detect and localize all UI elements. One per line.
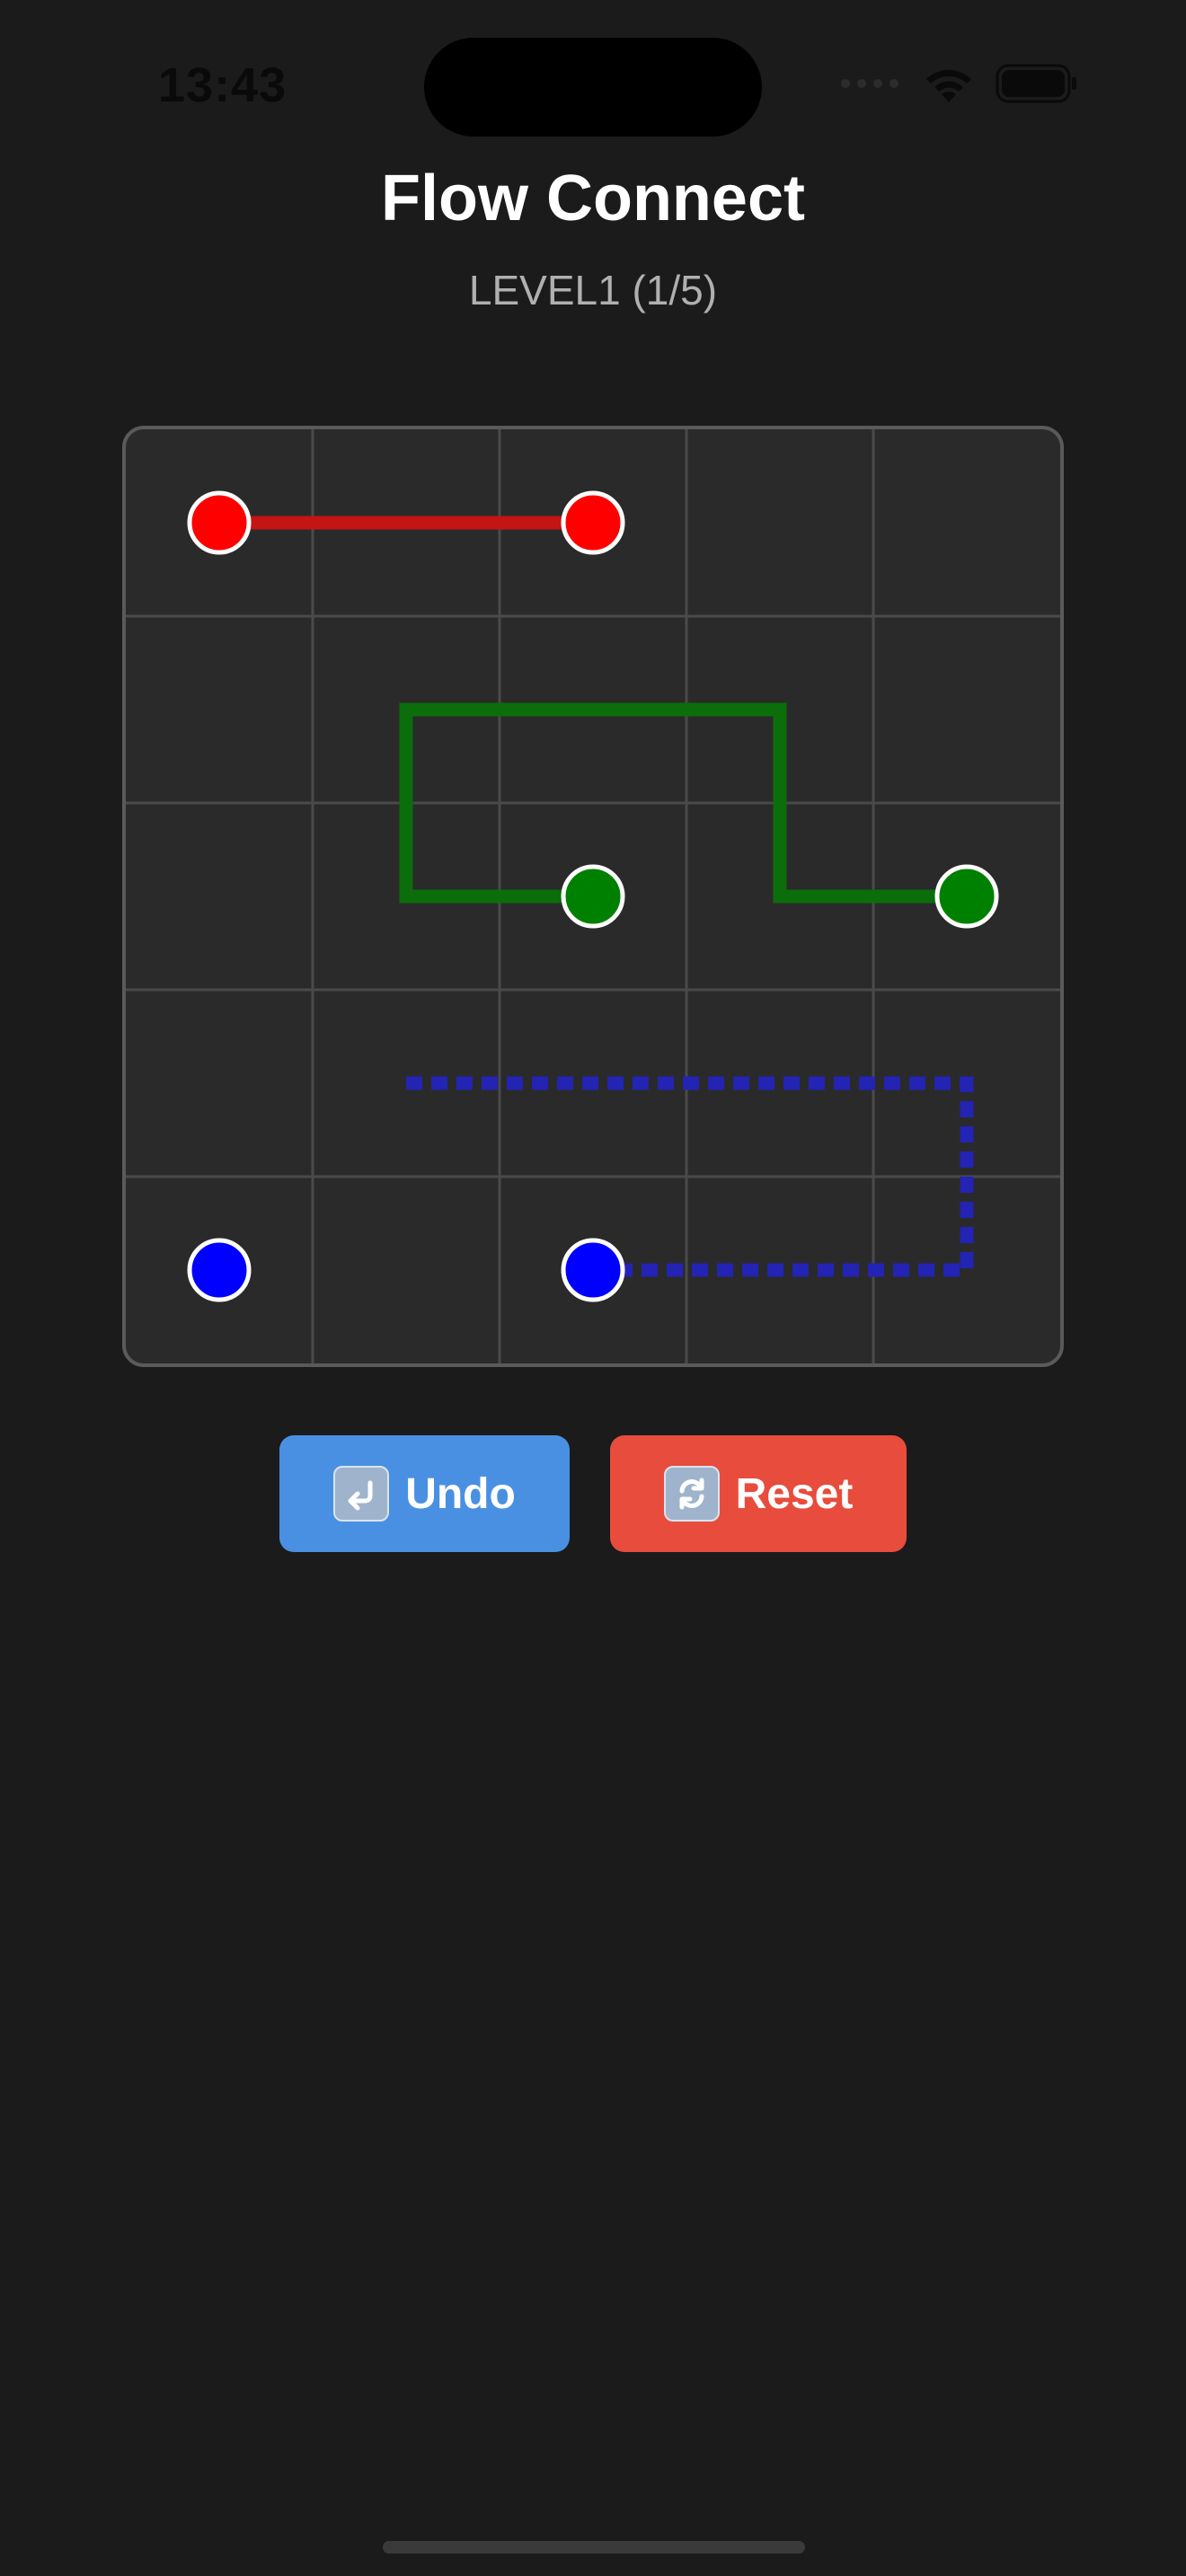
- undo-label: Undo: [405, 1469, 516, 1518]
- game-board[interactable]: [122, 426, 1064, 1367]
- green-dot[interactable]: [561, 864, 625, 929]
- battery-icon: [996, 64, 1076, 103]
- board-cell[interactable]: [873, 429, 1060, 616]
- status-icons: [839, 63, 1078, 104]
- game-title: Flow Connect: [381, 163, 805, 234]
- green-dot[interactable]: [934, 864, 999, 929]
- game-screen: 13:43 Flow Connect LEVEL1 (1/5) Undo Res…: [0, 0, 1186, 2576]
- board-cell[interactable]: [313, 1177, 500, 1363]
- undo-button[interactable]: Undo: [279, 1435, 570, 1552]
- level-indicator: LEVEL1 (1/5): [468, 267, 718, 313]
- wifi-icon: [926, 69, 971, 102]
- board-cell[interactable]: [126, 990, 313, 1177]
- board-cell[interactable]: [126, 803, 313, 990]
- board-cell[interactable]: [873, 616, 1060, 803]
- reset-label: Reset: [735, 1469, 854, 1518]
- reset-button[interactable]: Reset: [610, 1435, 907, 1552]
- home-indicator[interactable]: [383, 2541, 805, 2554]
- blue-dot[interactable]: [187, 1238, 252, 1302]
- blue-dot[interactable]: [561, 1238, 625, 1302]
- red-dot[interactable]: [187, 490, 252, 555]
- signal-dots-icon: [841, 79, 898, 88]
- board-cell[interactable]: [686, 429, 873, 616]
- undo-arrow-icon: [333, 1466, 390, 1522]
- refresh-icon: [663, 1466, 720, 1522]
- board-cell[interactable]: [126, 616, 313, 803]
- status-time: 13:43: [158, 58, 288, 112]
- red-dot[interactable]: [561, 490, 625, 555]
- dynamic-island: [424, 38, 762, 137]
